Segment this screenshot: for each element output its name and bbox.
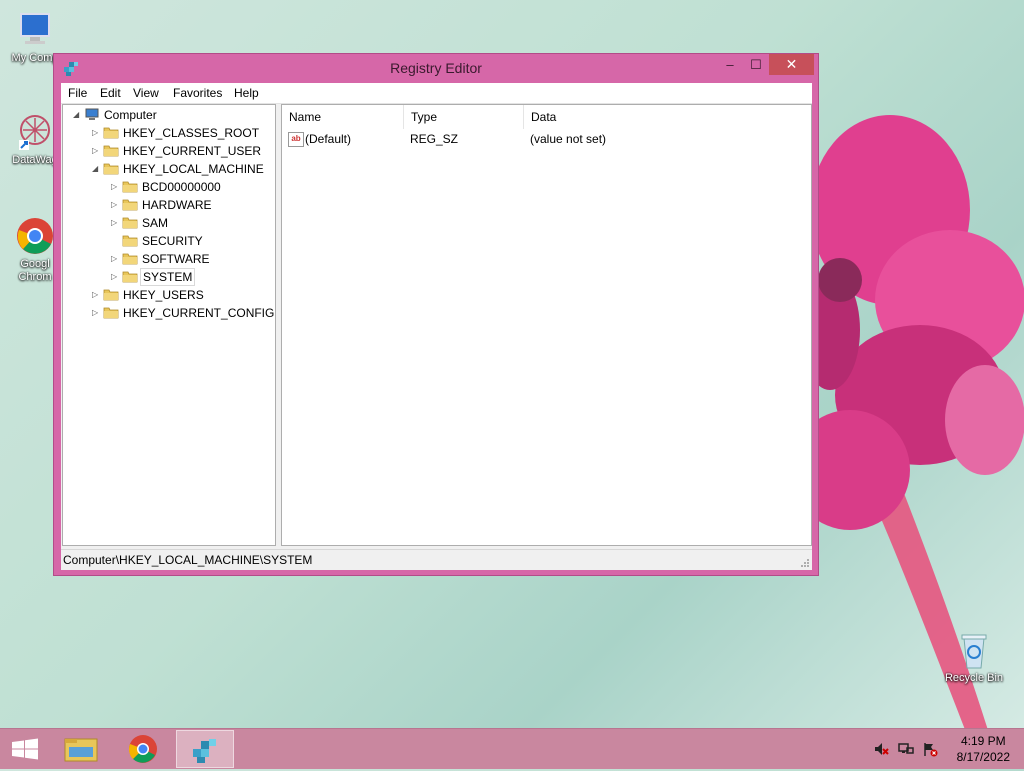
- folder-icon: [122, 217, 138, 229]
- computer-icon: [15, 10, 55, 50]
- value-name: (Default): [305, 132, 352, 146]
- tree-node-label: HKEY_CURRENT_CONFIG: [123, 306, 275, 320]
- registry-values-list[interactable]: Name Type Data ab (Default) REG_SZ (valu…: [281, 104, 812, 546]
- expand-arrow-icon[interactable]: ▷: [92, 309, 100, 317]
- folder-icon: [122, 253, 138, 265]
- folder-icon: [64, 738, 98, 762]
- folder-icon: [103, 289, 119, 301]
- tree-node-label: SOFTWARE: [142, 252, 210, 266]
- taskbar-registry-editor[interactable]: [176, 730, 234, 768]
- expand-arrow-icon[interactable]: ▷: [111, 201, 119, 209]
- windows-logo-icon: [12, 738, 38, 760]
- collapse-arrow-icon[interactable]: ◢: [92, 165, 100, 173]
- folder-icon: [103, 307, 119, 319]
- window-title: Registry Editor: [390, 60, 482, 76]
- column-header-data[interactable]: Data: [524, 105, 811, 129]
- expand-arrow-icon[interactable]: ▷: [92, 147, 100, 155]
- window-client-area: File Edit View Favorites Help ◢ Computer ▷…: [61, 83, 812, 570]
- menu-file[interactable]: File: [68, 86, 87, 100]
- expand-arrow-icon[interactable]: [111, 237, 119, 245]
- network-icon[interactable]: [898, 741, 914, 757]
- tree-node-label: Computer: [104, 108, 157, 122]
- recycle-bin-icon: [954, 630, 994, 670]
- tree-node-label: HARDWARE: [142, 198, 212, 212]
- title-bar[interactable]: Registry Editor – ☐ ✕: [54, 54, 818, 82]
- folder-icon: [122, 199, 138, 211]
- clock-date: 8/17/2022: [956, 750, 1010, 764]
- column-header-type[interactable]: Type: [404, 105, 524, 129]
- expand-arrow-icon[interactable]: ▷: [111, 183, 119, 191]
- clock-time: 4:19 PM: [960, 734, 1006, 748]
- menu-favorites[interactable]: Favorites: [173, 86, 222, 100]
- folder-icon: [122, 235, 138, 247]
- expand-arrow-icon[interactable]: ▷: [92, 291, 100, 299]
- tree-node-label: HKEY_LOCAL_MACHINE: [123, 162, 264, 176]
- taskbar: 4:19 PM 8/17/2022: [0, 728, 1024, 769]
- maximize-button[interactable]: ☐: [743, 54, 769, 75]
- desktop-icon-recycle-bin[interactable]: Recycle Bin: [941, 630, 1007, 685]
- column-header-name[interactable]: Name: [282, 105, 404, 129]
- expand-arrow-icon[interactable]: ▷: [111, 219, 119, 227]
- folder-icon: [103, 145, 119, 157]
- tree-node-label: HKEY_CLASSES_ROOT: [123, 126, 260, 140]
- expand-arrow-icon[interactable]: ▷: [111, 255, 119, 263]
- registry-tree[interactable]: ◢ Computer ▷ HKEY_CLASSES_ROOT ▷ HKEY_CURRENT…: [62, 104, 276, 546]
- expand-arrow-icon[interactable]: ▷: [111, 273, 119, 281]
- registry-editor-icon: [193, 739, 216, 763]
- value-data: (value not set): [530, 132, 607, 146]
- expand-arrow-icon[interactable]: ▷: [92, 129, 100, 137]
- taskbar-file-explorer[interactable]: [52, 730, 110, 768]
- tree-node-label: HKEY_CURRENT_USER: [123, 144, 262, 158]
- tree-node-label: HKEY_USERS: [123, 288, 204, 302]
- menu-help[interactable]: Help: [234, 86, 259, 100]
- folder-icon: [122, 271, 138, 283]
- desktop-icon-label: Googl Chrom: [18, 258, 52, 283]
- tree-node-label: BCD00000000: [142, 180, 221, 194]
- status-path: Computer\HKEY_LOCAL_MACHINE\SYSTEM: [63, 553, 313, 567]
- taskbar-chrome[interactable]: [114, 730, 172, 768]
- tree-node-label: SAM: [142, 216, 169, 230]
- menu-bar: File Edit View Favorites Help: [61, 83, 812, 104]
- status-bar: Computer\HKEY_LOCAL_MACHINE\SYSTEM: [61, 549, 812, 570]
- chrome-icon: [128, 735, 157, 763]
- close-button[interactable]: ✕: [769, 54, 814, 75]
- taskbar-clock[interactable]: 4:19 PM 8/17/2022: [957, 733, 1010, 765]
- folder-icon: [103, 163, 119, 175]
- volume-muted-icon[interactable]: [873, 741, 889, 757]
- tree-node-label: SECURITY: [142, 234, 203, 248]
- chrome-icon: [15, 216, 55, 256]
- minimize-button[interactable]: –: [717, 54, 743, 75]
- computer-icon: [85, 108, 99, 120]
- list-item[interactable]: ab (Default) REG_SZ (value not set): [282, 129, 811, 149]
- datawag-icon: [15, 112, 55, 152]
- registry-editor-window: Registry Editor – ☐ ✕ File Edit View Fav…: [53, 53, 819, 576]
- folder-icon: [122, 181, 138, 193]
- menu-edit[interactable]: Edit: [100, 86, 121, 100]
- desktop-icon-label: Recycle Bin: [944, 672, 1004, 684]
- menu-view[interactable]: View: [133, 86, 159, 100]
- string-value-icon: ab: [288, 132, 304, 147]
- collapse-arrow-icon[interactable]: ◢: [73, 111, 81, 119]
- action-center-flag-icon[interactable]: [922, 741, 938, 757]
- start-button[interactable]: [0, 730, 50, 768]
- value-type: REG_SZ: [410, 132, 459, 146]
- tree-node-label: SYSTEM: [140, 268, 196, 286]
- resize-grip-icon[interactable]: [800, 558, 810, 568]
- folder-icon: [103, 127, 119, 139]
